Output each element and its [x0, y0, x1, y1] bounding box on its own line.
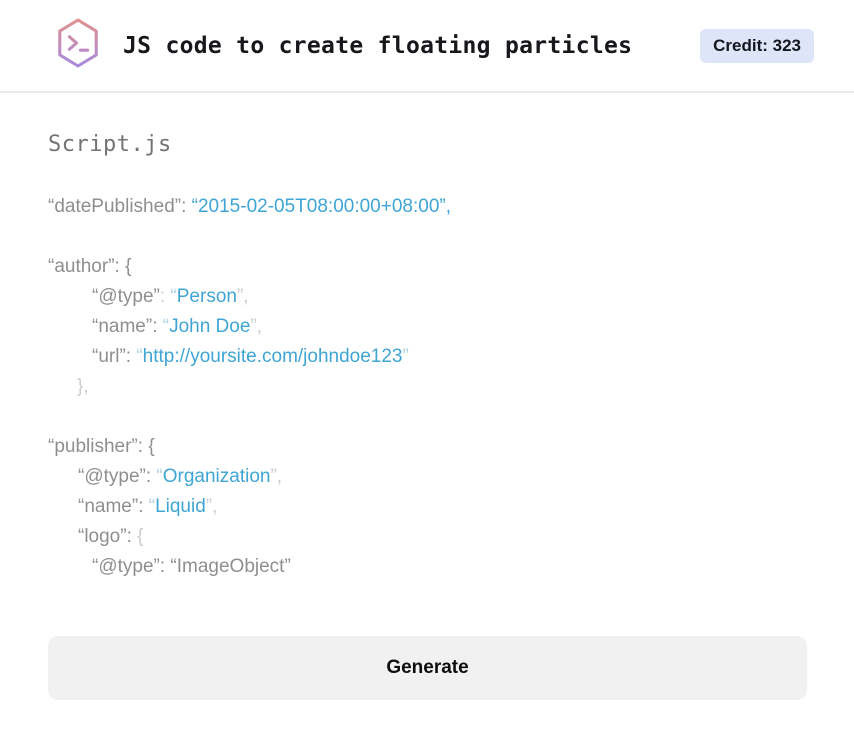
code-block: “datePublished”: “2015-02-05T08:00:00+08…	[48, 192, 807, 582]
code-token: :	[126, 526, 138, 547]
code-line: “@type”: “Organization”,	[48, 462, 807, 492]
app-logo	[55, 17, 101, 74]
code-token: : {	[114, 256, 132, 277]
code-token: :	[145, 466, 157, 487]
code-token: :	[152, 316, 163, 337]
code-line: },	[48, 372, 807, 402]
code-token: http://yoursite.com/johndoe123	[142, 346, 403, 367]
code-token: Organization	[162, 466, 271, 487]
code-line: “@type”: “Person”,	[48, 282, 807, 312]
code-token: : {	[137, 436, 155, 457]
header: JS code to create floating particles Cre…	[0, 0, 854, 93]
filename-label: Script.js	[48, 132, 172, 157]
code-token: ”,	[236, 286, 249, 307]
terminal-prompt-hexagon-icon	[55, 17, 101, 74]
code-line: “@type”: “ImageObject”	[48, 552, 807, 582]
code-line: “publisher”: {	[48, 432, 807, 462]
code-token: “@type”: “ImageObject”	[92, 556, 291, 577]
credit-badge: Credit: 323	[700, 28, 814, 63]
code-token: :	[138, 496, 149, 517]
code-token: ”,	[270, 466, 283, 487]
code-token: ”	[402, 346, 409, 367]
main-content: Script.js “datePublished”: “2015-02-05T0…	[0, 93, 854, 700]
code-token: },	[77, 376, 89, 397]
code-token: “name”	[78, 496, 139, 517]
code-token: ”,	[250, 316, 263, 337]
code-token: “publisher”	[48, 436, 138, 457]
code-line: “datePublished”: “2015-02-05T08:00:00+08…	[48, 192, 807, 222]
code-token: “@type”	[78, 466, 146, 487]
code-token: ”,	[205, 496, 218, 517]
code-line: “name”: “John Doe”,	[48, 312, 807, 342]
code-token: “url”	[92, 346, 126, 367]
code-token: “logo”	[78, 526, 127, 547]
code-token: :	[125, 346, 137, 367]
code-token: {	[137, 526, 144, 547]
code-token: “2015-02-05T08:00:00+08:00”,	[191, 196, 451, 217]
code-token: “author”	[48, 256, 115, 277]
code-token: Person	[176, 286, 237, 307]
code-token: :	[181, 196, 192, 217]
code-token: “@type”	[92, 286, 160, 307]
code-token: “datePublished”	[48, 196, 182, 217]
code-line: “name”: “Liquid”,	[48, 492, 807, 522]
generate-button[interactable]: Generate	[48, 636, 807, 700]
page-title: JS code to create floating particles	[123, 32, 633, 59]
code-token: John Doe	[169, 316, 251, 337]
code-line: “url”: “http://yoursite.com/johndoe123”	[48, 342, 807, 372]
code-token: :	[159, 286, 171, 307]
code-token: “name”	[92, 316, 153, 337]
code-line: “author”: {	[48, 252, 807, 282]
code-line: “logo”: {	[48, 522, 807, 552]
code-token: Liquid	[155, 496, 206, 517]
